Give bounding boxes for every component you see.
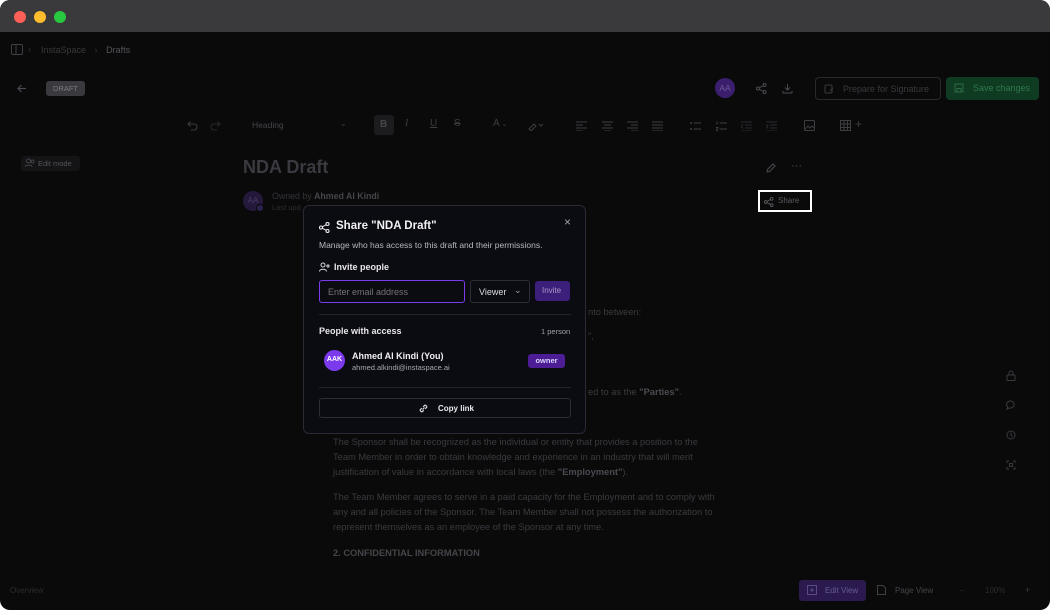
share-nodes-icon xyxy=(319,222,330,233)
role-badge-label: owner xyxy=(535,356,558,365)
invite-button[interactable]: Invite xyxy=(535,281,570,301)
dialog-subtitle: Manage who has access to this draft and … xyxy=(319,240,543,250)
copy-link-button[interactable]: Copy link xyxy=(319,398,571,418)
copy-link-label: Copy link xyxy=(438,404,475,413)
person-initials: AAK xyxy=(326,356,343,363)
divider xyxy=(319,387,571,388)
person-avatar: AAK xyxy=(324,350,345,371)
role-select-value: Viewer xyxy=(479,287,507,297)
role-select[interactable]: Viewer ⌄ xyxy=(470,280,530,303)
dialog-title: Share "NDA Draft" xyxy=(336,220,437,232)
app-window: › InstaSpace › Drafts DRAFT AA Prepare f… xyxy=(0,0,1050,610)
people-heading: People with access xyxy=(319,326,402,336)
share-dialog: Share "NDA Draft" × Manage who has acces… xyxy=(303,205,586,434)
user-plus-icon xyxy=(319,262,330,272)
maximize-window-button[interactable] xyxy=(54,11,66,23)
email-input[interactable] xyxy=(319,280,465,303)
invite-heading: Invite people xyxy=(334,262,390,272)
close-icon[interactable]: × xyxy=(564,215,571,229)
people-count: 1 person xyxy=(541,327,571,336)
link-icon xyxy=(418,403,429,414)
minimize-window-button[interactable] xyxy=(34,11,46,23)
invite-button-label: Invite xyxy=(542,286,562,295)
close-window-button[interactable] xyxy=(14,11,26,23)
window-titlebar xyxy=(0,0,1050,32)
divider xyxy=(319,314,571,315)
role-badge: owner xyxy=(528,354,565,368)
person-email: ahmed.alkindi@instaspace.ai xyxy=(352,363,450,372)
chevron-down-icon: ⌄ xyxy=(514,285,522,295)
person-name: Ahmed Al Kindi (You) xyxy=(352,351,444,361)
